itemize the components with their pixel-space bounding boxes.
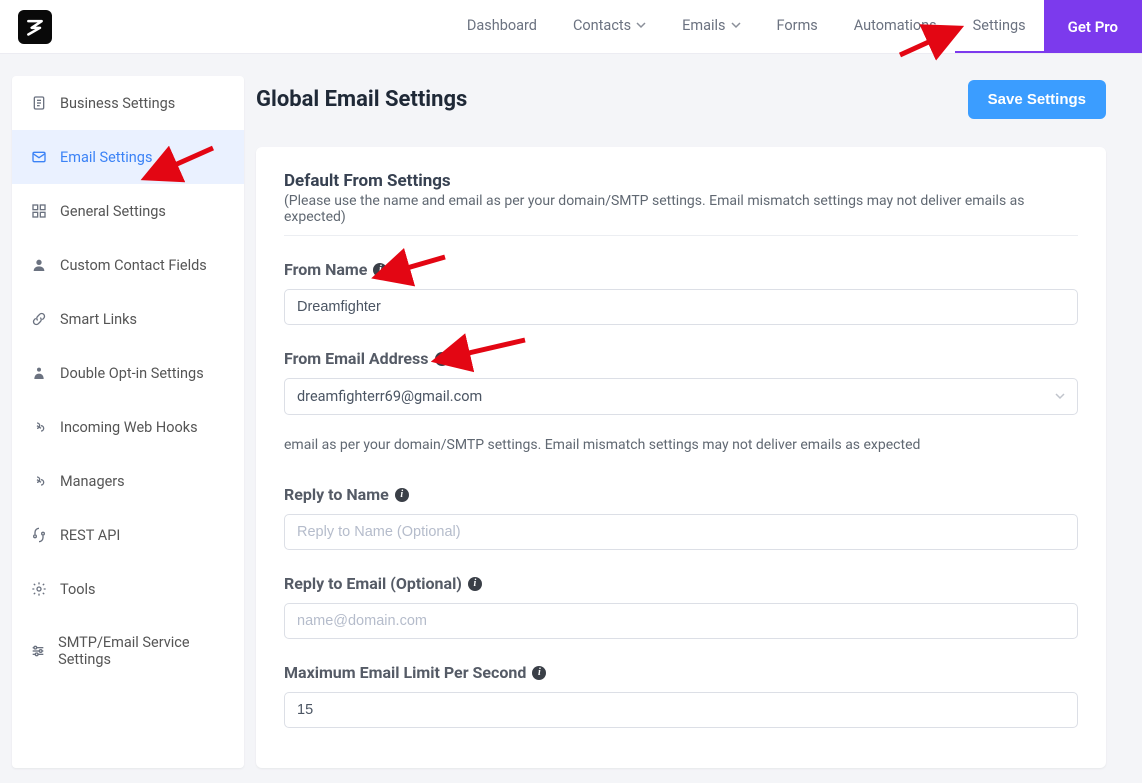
field-from-email: From Email Address i dreamfighterr69@gma…: [284, 349, 1078, 415]
sidebar-item-label: Managers: [60, 473, 125, 490]
field-reply-name: Reply to Name i: [284, 485, 1078, 550]
app-logo: [18, 10, 52, 44]
save-settings-button[interactable]: Save Settings: [968, 80, 1106, 119]
sidebar-item-label: Email Settings: [60, 149, 152, 166]
chevron-down-icon: [731, 17, 741, 34]
nav-automations[interactable]: Automations: [836, 0, 955, 53]
from-email-select[interactable]: dreamfighterr69@gmail.com: [284, 378, 1078, 415]
sidebar-item-email-settings[interactable]: Email Settings: [12, 130, 244, 184]
person-icon: [30, 364, 48, 382]
reply-email-input[interactable]: [284, 603, 1078, 639]
sidebar-item-smtp-settings[interactable]: SMTP/Email Service Settings: [12, 616, 244, 686]
nav-label: Automations: [854, 17, 937, 34]
chevron-down-icon: [1055, 390, 1065, 404]
info-icon[interactable]: i: [435, 352, 449, 366]
grid-icon: [30, 202, 48, 220]
helper-text: email as per your domain/SMTP settings. …: [284, 437, 1078, 453]
content-area: Global Email Settings Save Settings Defa…: [256, 76, 1130, 768]
field-reply-email: Reply to Email (Optional) i: [284, 574, 1078, 639]
sidebar-item-incoming-webhooks[interactable]: Incoming Web Hooks: [12, 400, 244, 454]
reply-name-input[interactable]: [284, 514, 1078, 550]
reply-email-label-row: Reply to Email (Optional) i: [284, 574, 1078, 593]
page-title: Global Email Settings: [256, 87, 467, 112]
from-name-label-row: From Name i: [284, 260, 1078, 279]
sidebar-item-double-optin[interactable]: Double Opt-in Settings: [12, 346, 244, 400]
save-button-label: Save Settings: [988, 91, 1086, 108]
document-icon: [30, 94, 48, 112]
settings-sidebar: Business Settings Email Settings General…: [12, 76, 244, 768]
max-limit-label: Maximum Email Limit Per Second: [284, 663, 526, 682]
nav-contacts[interactable]: Contacts: [555, 0, 664, 53]
sidebar-item-business-settings[interactable]: Business Settings: [12, 76, 244, 130]
from-name-input[interactable]: [284, 289, 1078, 325]
sidebar-item-smart-links[interactable]: Smart Links: [12, 292, 244, 346]
sidebar-item-label: SMTP/Email Service Settings: [58, 634, 226, 668]
max-limit-label-row: Maximum Email Limit Per Second i: [284, 663, 1078, 682]
managers-icon: [30, 472, 48, 490]
nav-dashboard[interactable]: Dashboard: [449, 0, 555, 53]
field-from-name: From Name i: [284, 260, 1078, 325]
mail-icon: [30, 148, 48, 166]
webhook-icon: [30, 418, 48, 436]
info-icon[interactable]: i: [532, 666, 546, 680]
reply-email-label: Reply to Email (Optional): [284, 574, 462, 593]
nav-forms[interactable]: Forms: [759, 0, 836, 53]
nav-label: Dashboard: [467, 17, 537, 34]
content-header: Global Email Settings Save Settings: [256, 76, 1106, 119]
top-nav-menu: Dashboard Contacts Emails Forms Automati…: [449, 0, 1142, 53]
sidebar-item-general-settings[interactable]: General Settings: [12, 184, 244, 238]
smtp-icon: [30, 642, 46, 660]
info-icon[interactable]: i: [373, 263, 387, 277]
sidebar-item-custom-contact-fields[interactable]: Custom Contact Fields: [12, 238, 244, 292]
sidebar-item-label: REST API: [60, 527, 120, 544]
nav-label: Contacts: [573, 17, 631, 34]
sidebar-item-tools[interactable]: Tools: [12, 562, 244, 616]
info-icon[interactable]: i: [468, 577, 482, 591]
from-email-label-row: From Email Address i: [284, 349, 1078, 368]
main-layout: Business Settings Email Settings General…: [0, 54, 1142, 768]
sidebar-item-label: Smart Links: [60, 311, 137, 328]
section-title: Default From Settings: [284, 171, 1078, 191]
sidebar-item-managers[interactable]: Managers: [12, 454, 244, 508]
field-max-limit: Maximum Email Limit Per Second i: [284, 663, 1078, 728]
reply-name-label: Reply to Name: [284, 485, 389, 504]
section-subtitle: (Please use the name and email as per yo…: [284, 193, 1078, 236]
sidebar-item-label: Business Settings: [60, 95, 175, 112]
top-nav: Dashboard Contacts Emails Forms Automati…: [0, 0, 1142, 54]
nav-emails[interactable]: Emails: [664, 0, 758, 53]
chevron-down-icon: [636, 17, 646, 34]
from-email-value: dreamfighterr69@gmail.com: [297, 388, 482, 405]
nav-label: Settings: [973, 17, 1026, 34]
from-email-label: From Email Address: [284, 349, 429, 368]
get-pro-button[interactable]: Get Pro: [1044, 0, 1142, 53]
sidebar-item-label: Double Opt-in Settings: [60, 365, 204, 382]
gear-icon: [30, 580, 48, 598]
link-icon: [30, 310, 48, 328]
nav-label: Forms: [777, 17, 818, 34]
user-icon: [30, 256, 48, 274]
get-pro-label: Get Pro: [1068, 18, 1118, 36]
sidebar-item-label: Incoming Web Hooks: [60, 419, 198, 436]
api-icon: [30, 526, 48, 544]
sidebar-item-label: Tools: [60, 581, 96, 598]
sidebar-item-rest-api[interactable]: REST API: [12, 508, 244, 562]
nav-settings[interactable]: Settings: [955, 0, 1044, 53]
info-icon[interactable]: i: [395, 488, 409, 502]
sidebar-item-label: General Settings: [60, 203, 166, 220]
max-limit-input[interactable]: [284, 692, 1078, 728]
settings-card: Default From Settings (Please use the na…: [256, 147, 1106, 768]
from-name-label: From Name: [284, 260, 367, 279]
nav-label: Emails: [682, 17, 725, 34]
sidebar-item-label: Custom Contact Fields: [60, 257, 207, 274]
reply-name-label-row: Reply to Name i: [284, 485, 1078, 504]
